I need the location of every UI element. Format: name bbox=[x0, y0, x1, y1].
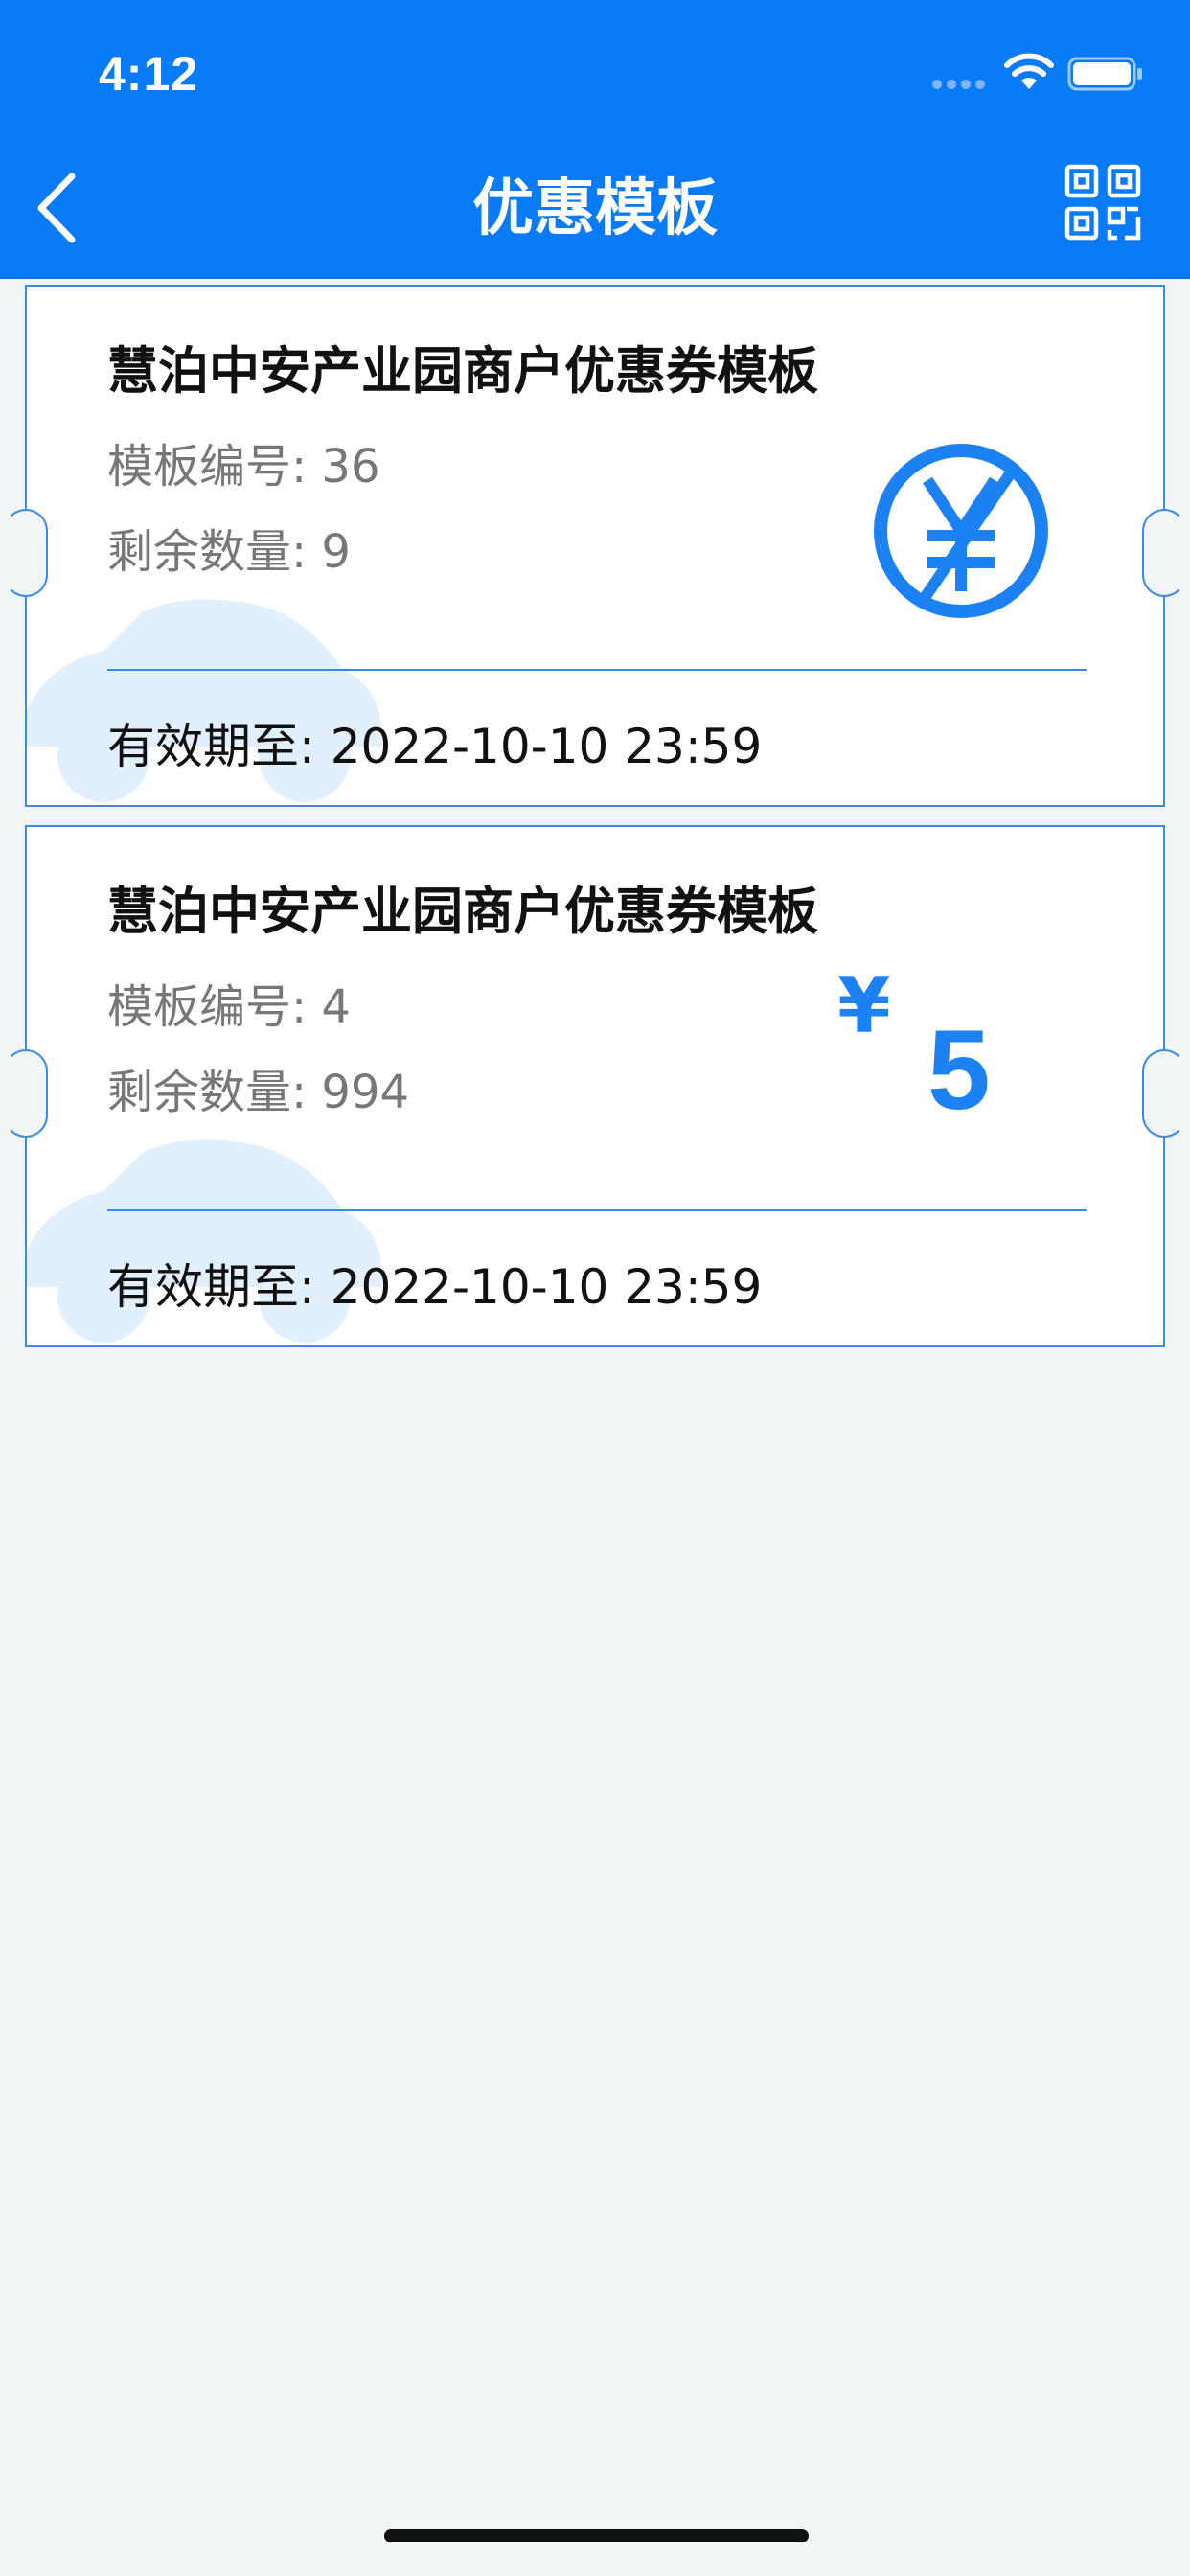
home-indicator[interactable] bbox=[384, 2529, 809, 2542]
expiry-date: 有效期至: 2022-10-10 23:59 bbox=[107, 1259, 763, 1315]
coupon-title: 慧泊中安产业园商户优惠券模板 bbox=[107, 342, 818, 401]
template-number: 模板编号: 4 bbox=[107, 980, 351, 1034]
currency-symbol: ¥ bbox=[837, 961, 891, 1050]
coupon-card[interactable]: 慧泊中安产业园商户优惠券模板 模板编号: 4 剩余数量: 994 ¥ 5 有效期… bbox=[4, 825, 1186, 1347]
wifi-icon bbox=[1004, 53, 1054, 89]
ticket-notch bbox=[4, 509, 48, 597]
coupon-title: 慧泊中安产业园商户优惠券模板 bbox=[107, 883, 818, 941]
template-number: 模板编号: 36 bbox=[107, 440, 380, 494]
remaining-count: 剩余数量: 994 bbox=[107, 1066, 410, 1119]
coupon-card[interactable]: 慧泊中安产业园商户优惠券模板 模板编号: 36 剩余数量: 9 有效期至: 20… bbox=[4, 285, 1186, 807]
qr-scan-button[interactable] bbox=[1064, 163, 1142, 242]
qr-code-icon bbox=[1064, 164, 1141, 241]
cellular-signal-icon bbox=[932, 80, 985, 89]
no-yuan-icon bbox=[874, 444, 1048, 618]
ticket-notch bbox=[1142, 509, 1186, 597]
app-header: 4:12 优惠模板 bbox=[0, 0, 1190, 279]
expiry-date: 有效期至: 2022-10-10 23:59 bbox=[107, 719, 763, 774]
remaining-count: 剩余数量: 9 bbox=[107, 525, 351, 579]
page-title: 优惠模板 bbox=[472, 173, 718, 244]
divider bbox=[107, 669, 1087, 671]
battery-icon bbox=[1067, 57, 1142, 91]
coupon-amount: 5 bbox=[927, 1007, 991, 1134]
status-time: 4:12 bbox=[99, 47, 199, 101]
ticket-notch bbox=[1142, 1049, 1186, 1138]
divider bbox=[107, 1209, 1087, 1211]
ticket-notch bbox=[4, 1049, 48, 1138]
